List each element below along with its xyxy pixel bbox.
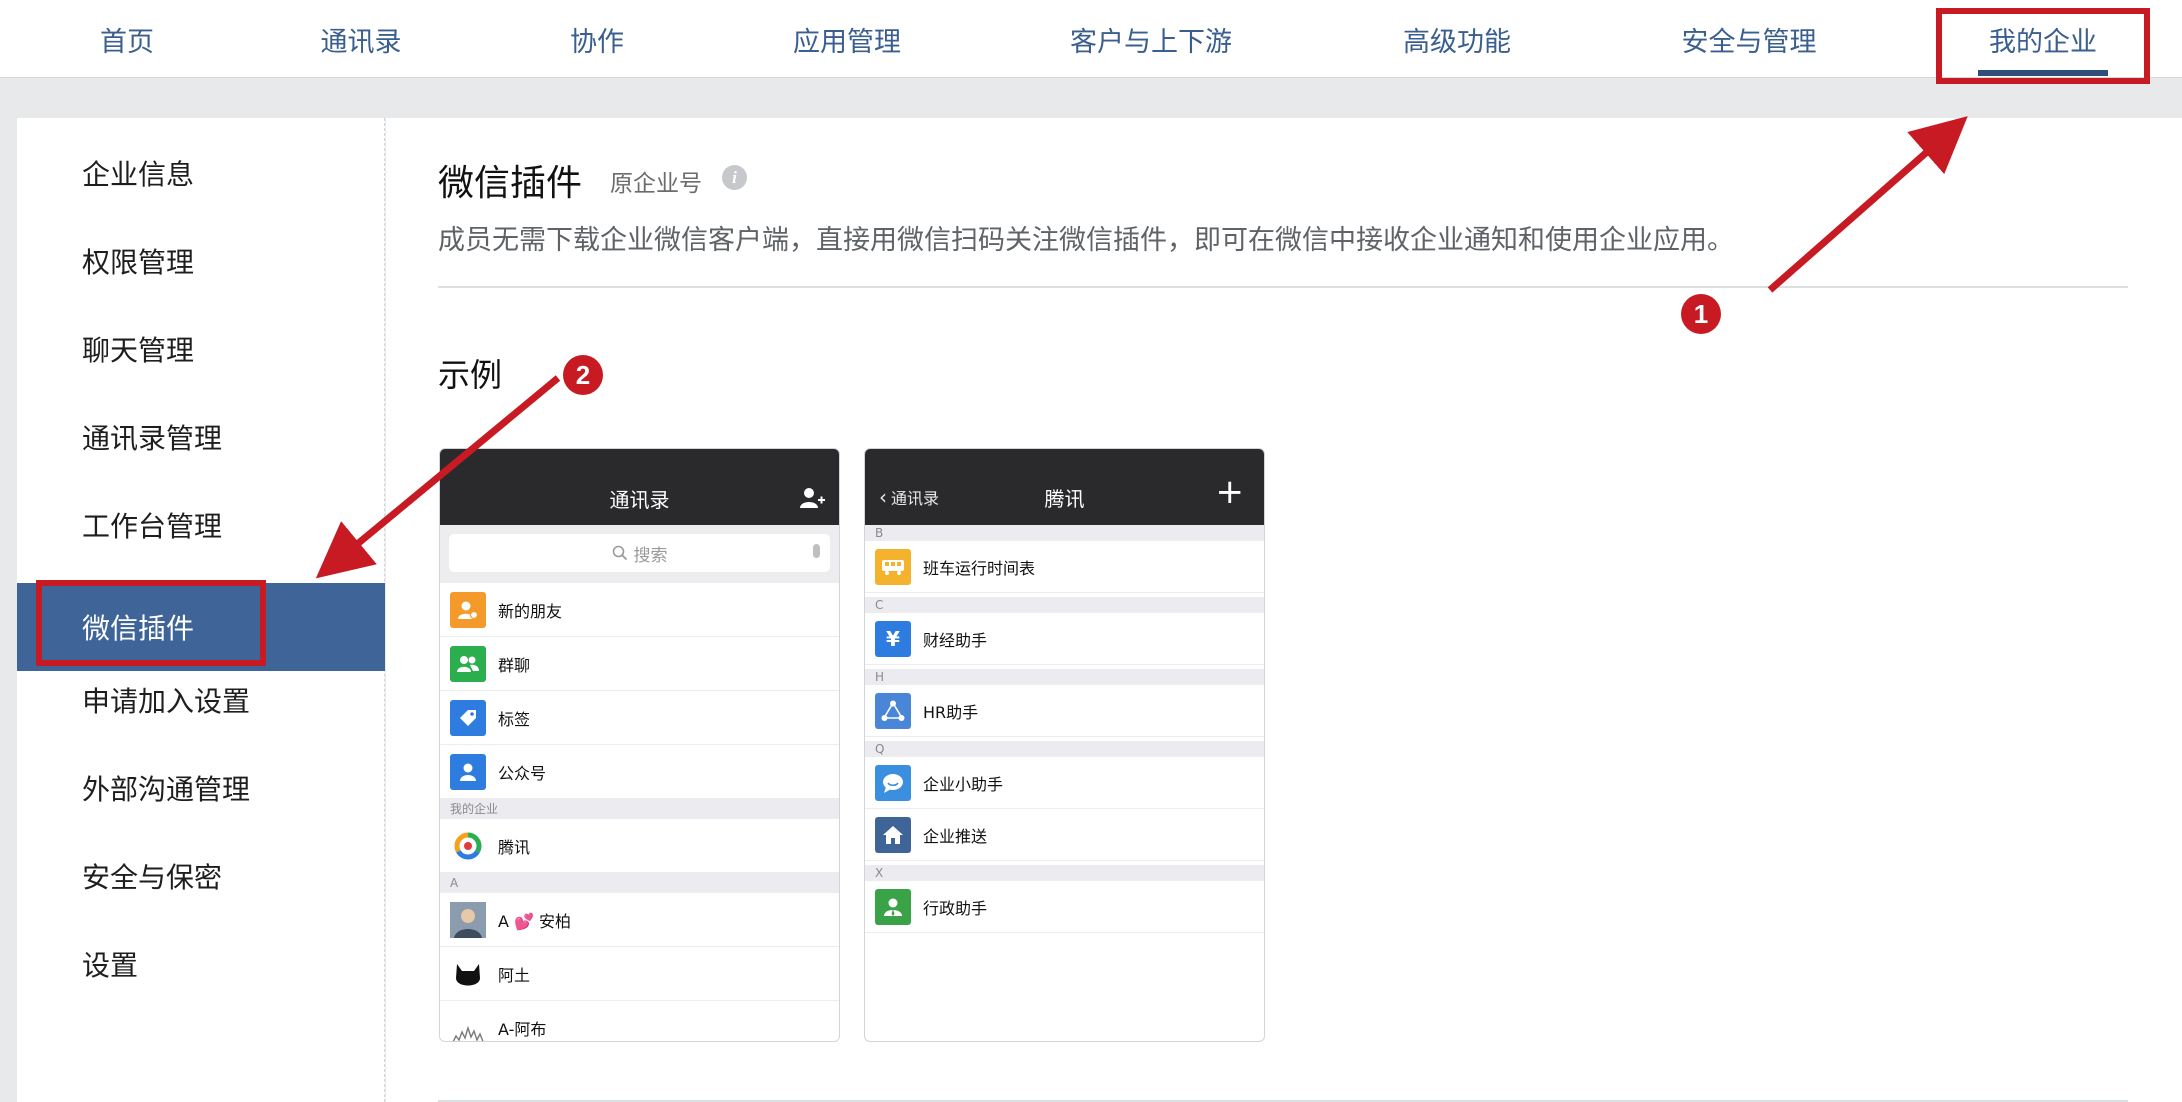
highlight-box-wechat-plugin <box>36 580 266 666</box>
section-header-x: X <box>865 865 1264 881</box>
sidebar-item-contacts-management[interactable]: 通讯录管理 <box>17 393 385 481</box>
list-item[interactable]: 班车运行时间表 <box>865 541 1264 593</box>
section-header-my-company: 我的企业 <box>440 799 839 819</box>
list-item-label: 行政助手 <box>923 898 988 918</box>
list-item[interactable]: 群聊 <box>440 637 839 691</box>
list-item-label: A 💕 安柏 <box>498 911 572 931</box>
nav-security-management[interactable]: 安全与管理 <box>1676 0 1822 78</box>
list-item-label: 群聊 <box>498 655 531 675</box>
step-badge-1: 1 <box>1681 294 1721 334</box>
list-item[interactable]: A-阿布 <box>440 1001 839 1041</box>
page-subtitle: 原企业号 <box>610 171 702 197</box>
section-header-a: A <box>440 873 839 893</box>
phone-title: 通讯录 <box>609 488 670 512</box>
list-item-label: 公众号 <box>498 763 547 783</box>
list-item[interactable]: HR助手 <box>865 685 1264 737</box>
info-icon[interactable]: i <box>722 165 747 190</box>
page-description: 成员无需下载企业微信客户端，直接用微信扫码关注微信插件，即可在微信中接收企业通知… <box>438 225 1734 256</box>
sidebar-item-join-settings[interactable]: 申请加入设置 <box>17 656 385 744</box>
section-header-c: C <box>865 597 1264 613</box>
list-item-label: 新的朋友 <box>498 601 563 621</box>
example-phone-contacts: 通讯录 搜索 新的朋友 群聊 标签 公众号 我的企业 腾讯 A A 💕 安柏 阿… <box>439 448 840 1042</box>
list-item-label: 腾讯 <box>498 837 531 857</box>
yen-icon: ¥ <box>875 620 911 657</box>
microphone-icon <box>813 544 820 558</box>
list-item-label: A-阿布 <box>498 1019 547 1039</box>
avatar <box>450 955 486 992</box>
list-item[interactable]: A 💕 安柏 <box>440 893 839 947</box>
sidebar-item-security-privacy[interactable]: 安全与保密 <box>17 832 385 920</box>
list-item-label: 班车运行时间表 <box>923 558 1036 578</box>
list-item[interactable]: 腾讯 <box>440 819 839 873</box>
phone-search-input[interactable]: 搜索 <box>449 534 830 572</box>
list-item[interactable]: 企业小助手 <box>865 757 1264 809</box>
sidebar-item-external-communication[interactable]: 外部沟通管理 <box>17 744 385 832</box>
phone-search-placeholder: 搜索 <box>633 545 668 566</box>
list-item[interactable]: 阿土 <box>440 947 839 1001</box>
plus-icon[interactable]: + <box>1216 475 1245 509</box>
section-header-q: Q <box>865 741 1264 757</box>
avatar <box>450 901 486 938</box>
list-item-label: HR助手 <box>923 702 979 722</box>
hr-icon <box>875 692 911 729</box>
new-friend-icon <box>450 591 486 628</box>
sidebar-item-chat-management[interactable]: 聊天管理 <box>17 305 385 393</box>
list-item[interactable]: ¥ 财经助手 <box>865 613 1264 665</box>
bus-icon <box>875 548 911 585</box>
sidebar-item-settings[interactable]: 设置 <box>17 920 385 1008</box>
list-item-label: 财经助手 <box>923 630 988 650</box>
nav-advanced-features[interactable]: 高级功能 <box>1398 0 1516 78</box>
admin-icon <box>875 888 911 925</box>
tencent-logo-icon <box>450 827 486 864</box>
list-item[interactable]: 新的朋友 <box>440 583 839 637</box>
list-item[interactable]: 企业推送 <box>865 809 1264 861</box>
home-icon <box>875 816 911 853</box>
list-item-label: 标签 <box>498 709 531 729</box>
list-item[interactable]: 行政助手 <box>865 881 1264 933</box>
group-chat-icon <box>450 645 486 682</box>
tag-icon <box>450 699 486 736</box>
search-icon <box>612 545 627 561</box>
top-navigation: 首页 通讯录 协作 应用管理 客户与上下游 高级功能 安全与管理 我的企业 <box>0 0 2182 78</box>
list-item-label: 企业推送 <box>923 826 988 846</box>
nav-app-management[interactable]: 应用管理 <box>788 0 906 78</box>
add-friend-icon <box>800 488 825 508</box>
main-panel: 微信插件 原企业号 i 成员无需下载企业微信客户端，直接用微信扫码关注微信插件，… <box>386 118 2182 1102</box>
nav-contacts[interactable]: 通讯录 <box>316 0 406 78</box>
list-item[interactable]: 公众号 <box>440 745 839 799</box>
section-header-b: B <box>865 525 1264 541</box>
example-phone-tencent: ‹ 通讯录 腾讯 + B 班车运行时间表 C ¥ 财经助手 H HR助手 Q 企… <box>864 448 1265 1042</box>
phone-title: 腾讯 <box>1044 487 1085 511</box>
list-item-label: 企业小助手 <box>923 774 1004 794</box>
avatar <box>450 1009 486 1041</box>
highlight-box-my-enterprise <box>1936 8 2150 84</box>
section-header-h: H <box>865 669 1264 685</box>
phone-search-area: 搜索 <box>440 525 839 583</box>
divider <box>438 286 2128 288</box>
official-account-icon <box>450 753 486 790</box>
chat-bubble-icon <box>875 764 911 801</box>
nav-home[interactable]: 首页 <box>96 0 158 78</box>
page-title: 微信插件 <box>438 163 583 204</box>
nav-customers-upstream-downstream[interactable]: 客户与上下游 <box>1064 0 1238 78</box>
list-item[interactable]: 标签 <box>440 691 839 745</box>
list-item-label: 阿土 <box>498 965 531 985</box>
nav-collaboration[interactable]: 协作 <box>566 0 628 78</box>
sidebar-item-workbench-management[interactable]: 工作台管理 <box>17 481 385 569</box>
example-section-title: 示例 <box>438 356 503 394</box>
sidebar-item-enterprise-info[interactable]: 企业信息 <box>17 129 385 217</box>
step-badge-2: 2 <box>563 355 603 395</box>
sidebar-item-permissions[interactable]: 权限管理 <box>17 217 385 305</box>
